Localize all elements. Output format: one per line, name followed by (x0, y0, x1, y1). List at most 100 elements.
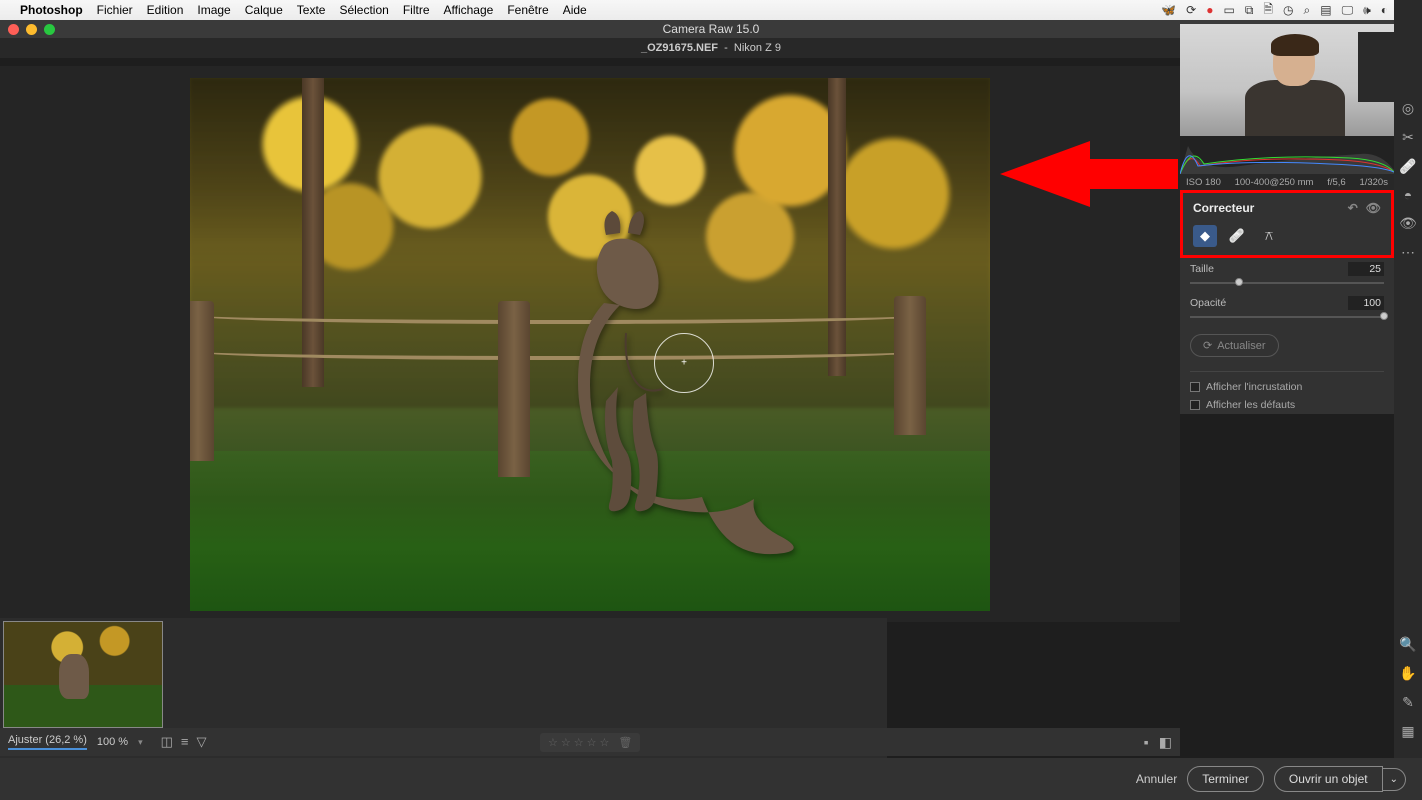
star-icon[interactable]: ☆ (600, 736, 610, 749)
volume-icon[interactable]: 🕪 (1363, 3, 1371, 18)
visibility-icon[interactable]: 👁 (1366, 201, 1381, 215)
close-window-button[interactable] (8, 24, 19, 35)
canvas-area[interactable] (0, 66, 1180, 622)
menu-selection[interactable]: Sélection (339, 3, 388, 17)
meta-aperture: f/5,6 (1327, 177, 1346, 188)
file-name-label: _OZ91675.NEF - Nikon Z 9 (641, 42, 781, 54)
grid-icon[interactable]: ▦ (1401, 723, 1414, 740)
ouvrir-dropdown-icon[interactable]: ⌄ (1383, 768, 1406, 791)
mask-icon[interactable]: ◓ (1404, 187, 1412, 203)
right-panel: ISO 180 100-400@250 mm f/5,6 1/320s Corr… (1180, 24, 1394, 414)
menu-fenetre[interactable]: Fenêtre (507, 3, 548, 17)
panel-title: Correcteur (1193, 201, 1254, 215)
preview-image (190, 78, 990, 611)
right-tool-rail: ◎ ✂ 🩹 ◓ 👁 ⋯ 🔍 ✋ ✎ ▦ (1394, 0, 1422, 800)
butterfly-icon[interactable]: 🦋 (1161, 3, 1176, 17)
clone-stamp-tool[interactable]: ⚻ (1257, 225, 1281, 247)
edit-icon[interactable]: ◎ (1402, 100, 1414, 117)
heal-tool[interactable]: 🩹 (1225, 225, 1249, 247)
webcam-overlay (1180, 24, 1394, 136)
rating-stars[interactable]: ☆ ☆ ☆ ☆ ☆ 🗑 (540, 733, 640, 752)
binoculars-icon[interactable]: ⌕ (1304, 3, 1311, 18)
menu-filtre[interactable]: Filtre (403, 3, 430, 17)
taille-label: Taille (1190, 263, 1214, 275)
photo-metadata: ISO 180 100-400@250 mm f/5,6 1/320s (1180, 174, 1394, 190)
menu-calque[interactable]: Calque (245, 3, 283, 17)
annuler-button[interactable]: Annuler (1136, 772, 1177, 786)
display-icon[interactable]: 🖵 (1342, 3, 1354, 18)
opacite-label: Opacité (1190, 297, 1226, 309)
trash-icon[interactable]: 🗑 (618, 736, 632, 749)
opacite-value-input[interactable] (1348, 296, 1384, 310)
reset-icon[interactable]: ↶ (1348, 201, 1358, 215)
menu-image[interactable]: Image (197, 3, 230, 17)
clock-icon[interactable]: ◷ (1283, 3, 1293, 17)
healing-brush-cursor (654, 333, 714, 393)
meta-lens: 100-400@250 mm (1235, 177, 1314, 188)
redeye-icon[interactable]: 👁 (1399, 215, 1417, 232)
taille-value-input[interactable] (1348, 262, 1384, 276)
window-title: Camera Raw 15.0 (663, 22, 760, 36)
sync-icon[interactable]: ⟳ (1186, 3, 1196, 17)
app-name[interactable]: Photoshop (20, 3, 83, 17)
compare-icon[interactable]: ◫ (161, 734, 173, 750)
minimize-window-button[interactable] (26, 24, 37, 35)
refresh-icon: ⟳ (1203, 339, 1212, 352)
healing-tool-row: ◆ 🩹 ⚻ (1185, 221, 1389, 253)
ouvrir-button[interactable]: Ouvrir un objet (1274, 766, 1383, 792)
terminer-button[interactable]: Terminer (1187, 766, 1264, 792)
star-icon[interactable]: ☆ (561, 736, 571, 749)
dnd-icon[interactable]: ◐ (1381, 3, 1388, 17)
opacite-slider-track[interactable] (1190, 312, 1384, 322)
zoom-level[interactable]: 100 % (97, 736, 128, 748)
panels-icon[interactable]: ▤ (1320, 3, 1331, 17)
single-view-icon[interactable]: ▪ (1144, 734, 1149, 751)
hand-tool-icon[interactable]: ✋ (1399, 665, 1416, 682)
mac-menubar: Photoshop Fichier Edition Image Calque T… (0, 0, 1422, 20)
correcteur-panel-header[interactable]: Correcteur ↶ 👁 (1185, 195, 1389, 221)
crop-icon[interactable]: ✂ (1402, 129, 1414, 146)
menu-affichage[interactable]: Affichage (444, 3, 494, 17)
taille-slider: Taille (1180, 258, 1394, 292)
afficher-incrustation-checkbox[interactable]: Afficher l'incrustation (1180, 378, 1394, 396)
star-icon[interactable]: ☆ (587, 736, 597, 749)
filter-icon[interactable]: ▽ (197, 734, 207, 750)
menu-fichier[interactable]: Fichier (97, 3, 133, 17)
zoom-dropdown-icon[interactable]: ▾ (138, 737, 143, 748)
before-after-icon[interactable]: ◧ (1159, 734, 1172, 751)
thumbnail[interactable] (3, 621, 163, 728)
menu-aide[interactable]: Aide (563, 3, 587, 17)
meta-iso: ISO 180 (1186, 177, 1221, 188)
healing-icon[interactable]: 🩹 (1399, 158, 1416, 175)
menu-texte[interactable]: Texte (297, 3, 326, 17)
star-icon[interactable]: ☆ (548, 736, 558, 749)
maximize-window-button[interactable] (44, 24, 55, 35)
taille-slider-track[interactable] (1190, 278, 1384, 288)
screen-icon[interactable]: ▭ (1223, 3, 1234, 17)
opacite-slider: Opacité (1180, 292, 1394, 326)
sort-icon[interactable]: ≡ (181, 734, 189, 750)
ouvrir-split-button: Ouvrir un objet ⌄ (1274, 766, 1406, 792)
meta-shutter: 1/320s (1359, 177, 1388, 188)
histogram[interactable] (1180, 136, 1394, 174)
content-aware-remove-tool[interactable]: ◆ (1193, 225, 1217, 247)
traffic-lights (8, 24, 55, 35)
presets-icon[interactable]: ⋯ (1401, 244, 1415, 261)
menu-edition[interactable]: Edition (147, 3, 184, 17)
footer-bar: Annuler Terminer Ouvrir un objet ⌄ (0, 758, 1422, 800)
record-icon[interactable]: ● (1206, 3, 1213, 17)
zoom-tool-icon[interactable]: 🔍 (1399, 636, 1416, 653)
color-sampler-icon[interactable]: ✎ (1402, 694, 1414, 711)
divider (1190, 371, 1384, 372)
afficher-defauts-checkbox[interactable]: Afficher les défauts (1180, 396, 1394, 414)
bottom-toolbar: Ajuster (26,2 %) 100 % ▾ ◫ ≡ ▽ ☆ ☆ ☆ ☆ ☆… (0, 728, 1180, 756)
annotation-highlight: Correcteur ↶ 👁 ◆ 🩹 ⚻ (1180, 190, 1394, 258)
actualiser-button: ⟳ Actualiser (1190, 334, 1279, 357)
page-icon[interactable]: 🗎 (1263, 0, 1273, 21)
checkbox-icon[interactable] (1190, 382, 1200, 392)
checkbox-icon[interactable] (1190, 400, 1200, 410)
windows-icon[interactable]: ⧉ (1245, 3, 1254, 18)
star-icon[interactable]: ☆ (574, 736, 584, 749)
fit-zoom-button[interactable]: Ajuster (26,2 %) (8, 734, 87, 750)
menubar-right: 🦋 ⟳ ● ▭ ⧉ 🗎 ◷ ⌕ ▤ 🖵 🕪 ◐ (1161, 0, 1412, 21)
